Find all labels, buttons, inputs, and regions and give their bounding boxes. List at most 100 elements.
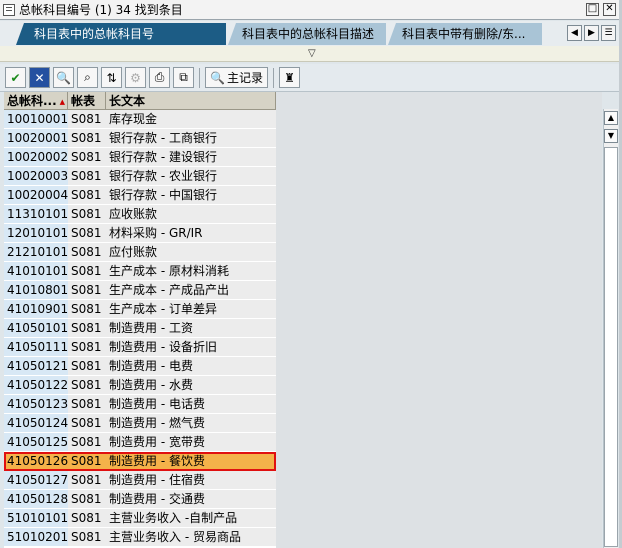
gl-account-cell: 10020004 (4, 186, 68, 204)
long-text-cell: 生产成本 - 产成品产出 (106, 281, 276, 299)
sort-icon[interactable]: ⇅ (101, 67, 122, 88)
toolbar: ✔ ✕ 🔍 ⌕ ⇅ ⚙ ⎙ ⧉ 🔍 主记录 ♜ (0, 64, 622, 92)
column-header-chart-of-accounts[interactable]: 帐表 (68, 92, 106, 109)
chart-of-accounts-cell: S081 (68, 148, 106, 166)
column-header-gl-account[interactable]: 总帐科... ▲ (4, 92, 68, 109)
chart-of-accounts-cell: S081 (68, 528, 106, 546)
chart-of-accounts-cell: S081 (68, 205, 106, 223)
table-row[interactable]: 10020003 S081 银行存款 - 农业银行 (4, 167, 276, 186)
long-text-cell: 制造费用 - 工资 (106, 319, 276, 337)
chart-of-accounts-cell: S081 (68, 224, 106, 242)
gl-account-cell: 51010101 (4, 509, 68, 527)
cancel-icon[interactable]: ✕ (29, 67, 50, 88)
empty-area (276, 92, 602, 548)
window-icon (3, 3, 15, 16)
scroll-down-icon[interactable]: ▼ (604, 129, 618, 143)
chart-of-accounts-cell: S081 (68, 376, 106, 394)
long-text-cell: 银行存款 - 中国银行 (106, 186, 276, 204)
table-row[interactable]: 41010901 S081 生产成本 - 订单差异 (4, 300, 276, 319)
long-text-cell: 银行存款 - 农业银行 (106, 167, 276, 185)
table-row[interactable]: 41050124 S081 制造费用 - 燃气费 (4, 414, 276, 433)
gl-account-cell: 41050101 (4, 319, 68, 337)
gl-account-cell: 10010001 (4, 110, 68, 128)
expand-restrictions-icon[interactable]: ▽ (308, 48, 316, 59)
chart-of-accounts-cell: S081 (68, 281, 106, 299)
chart-of-accounts-cell: S081 (68, 319, 106, 337)
restore-icon[interactable]: □ (586, 3, 599, 16)
table-row[interactable]: 41010801 S081 生产成本 - 产成品产出 (4, 281, 276, 300)
master-record-button[interactable]: 🔍 主记录 (205, 67, 268, 88)
tab-deletion-flag[interactable]: 科目表中带有删除/东... (388, 23, 542, 45)
table-row[interactable]: 21210101 S081 应付账款 (4, 243, 276, 262)
long-text-cell: 制造费用 - 交通费 (106, 490, 276, 508)
gl-account-cell: 12010101 (4, 224, 68, 242)
find-icon[interactable]: 🔍 (53, 67, 74, 88)
grid-header: 总帐科... ▲ 帐表 长文本 (4, 92, 276, 110)
gl-account-cell: 41010901 (4, 300, 68, 318)
chart-of-accounts-cell: S081 (68, 490, 106, 508)
scroll-thumb[interactable] (604, 147, 618, 547)
magnifier-icon: 🔍 (210, 70, 225, 85)
chart-of-accounts-cell: S081 (68, 509, 106, 527)
master-record-label: 主记录 (226, 71, 263, 85)
tab-gl-account-number[interactable]: 科目表中的总帐科目号 (16, 23, 226, 45)
tab-scroll-left-icon[interactable]: ◀ (567, 25, 582, 41)
table-row[interactable]: 10010001 S081 库存现金 (4, 110, 276, 129)
table-row[interactable]: 51010201 S081 主营业务收入 - 贸易商品 (4, 528, 276, 547)
table-row[interactable]: 10020004 S081 银行存款 - 中国银行 (4, 186, 276, 205)
tab-scroll-right-icon[interactable]: ▶ (584, 25, 599, 41)
gl-account-cell: 41050122 (4, 376, 68, 394)
table-row[interactable]: 51010101 S081 主营业务收入 -自制产品 (4, 509, 276, 528)
window-title: 总帐科目编号 (1) 34 找到条目 (19, 3, 183, 17)
gl-account-cell: 41050127 (4, 471, 68, 489)
filter-icon[interactable]: ⚙ (125, 67, 146, 88)
find-next-icon[interactable]: ⌕ (77, 67, 98, 88)
print-icon[interactable]: ⎙ (149, 67, 170, 88)
gl-account-cell: 41010101 (4, 262, 68, 280)
long-text-cell: 银行存款 - 工商银行 (106, 129, 276, 147)
table-row[interactable]: 41050125 S081 制造费用 - 宽带费 (4, 433, 276, 452)
table-row[interactable]: 41050121 S081 制造费用 - 电费 (4, 357, 276, 376)
confirm-icon[interactable]: ✔ (5, 67, 26, 88)
chart-of-accounts-cell: S081 (68, 471, 106, 489)
table-row[interactable]: 10020001 S081 银行存款 - 工商银行 (4, 129, 276, 148)
table-row[interactable]: 41050127 S081 制造费用 - 住宿费 (4, 471, 276, 490)
chart-of-accounts-cell: S081 (68, 167, 106, 185)
tab-gl-account-description[interactable]: 科目表中的总帐科目描述 (228, 23, 386, 45)
personal-list-icon[interactable]: ♜ (278, 67, 300, 88)
table-row[interactable]: 41050123 S081 制造费用 - 电话费 (4, 395, 276, 414)
long-text-cell: 制造费用 - 水费 (106, 376, 276, 394)
copy-icon[interactable]: ⧉ (173, 67, 194, 88)
long-text-cell: 库存现金 (106, 110, 276, 128)
chart-of-accounts-cell: S081 (68, 338, 106, 356)
title-bar: 总帐科目编号 (1) 34 找到条目 □ ✕ (0, 0, 622, 20)
gl-account-cell: 10020002 (4, 148, 68, 166)
column-header-long-text[interactable]: 长文本 (106, 92, 276, 109)
table-row[interactable]: 41050111 S081 制造费用 - 设备折旧 (4, 338, 276, 357)
chart-of-accounts-cell: S081 (68, 110, 106, 128)
chart-of-accounts-cell: S081 (68, 357, 106, 375)
vertical-scrollbar[interactable]: ▲ ▼ (603, 109, 618, 548)
gl-account-cell: 41050123 (4, 395, 68, 413)
tab-strip: 科目表中的总帐科目号 科目表中的总帐科目描述 科目表中带有删除/东... ◀ ▶… (0, 21, 622, 46)
scroll-up-icon[interactable]: ▲ (604, 111, 618, 125)
table-row[interactable]: 10020002 S081 银行存款 - 建设银行 (4, 148, 276, 167)
gl-account-cell: 41050121 (4, 357, 68, 375)
gl-account-cell: 41050124 (4, 414, 68, 432)
table-row[interactable]: 41050128 S081 制造费用 - 交通费 (4, 490, 276, 509)
table-row[interactable]: 41050101 S081 制造费用 - 工资 (4, 319, 276, 338)
chart-of-accounts-cell: S081 (68, 300, 106, 318)
table-row[interactable]: 12010101 S081 材料采购 - GR/IR (4, 224, 276, 243)
gl-account-cell: 41050128 (4, 490, 68, 508)
long-text-cell: 银行存款 - 建设银行 (106, 148, 276, 166)
table-row[interactable]: 41050126 S081 制造费用 - 餐饮费 (4, 452, 276, 471)
table-row[interactable]: 11310101 S081 应收账款 (4, 205, 276, 224)
table-row[interactable]: 41010101 S081 生产成本 - 原材料消耗 (4, 262, 276, 281)
gl-account-cell: 11310101 (4, 205, 68, 223)
results-grid: 总帐科... ▲ 帐表 长文本 10010001 S081 库存现金 10020001 S… (4, 92, 276, 548)
tab-list-icon[interactable]: ☰ (601, 25, 616, 41)
long-text-cell: 制造费用 - 餐饮费 (106, 452, 276, 470)
long-text-cell: 生产成本 - 原材料消耗 (106, 262, 276, 280)
close-icon[interactable]: ✕ (603, 3, 616, 16)
table-row[interactable]: 41050122 S081 制造费用 - 水费 (4, 376, 276, 395)
